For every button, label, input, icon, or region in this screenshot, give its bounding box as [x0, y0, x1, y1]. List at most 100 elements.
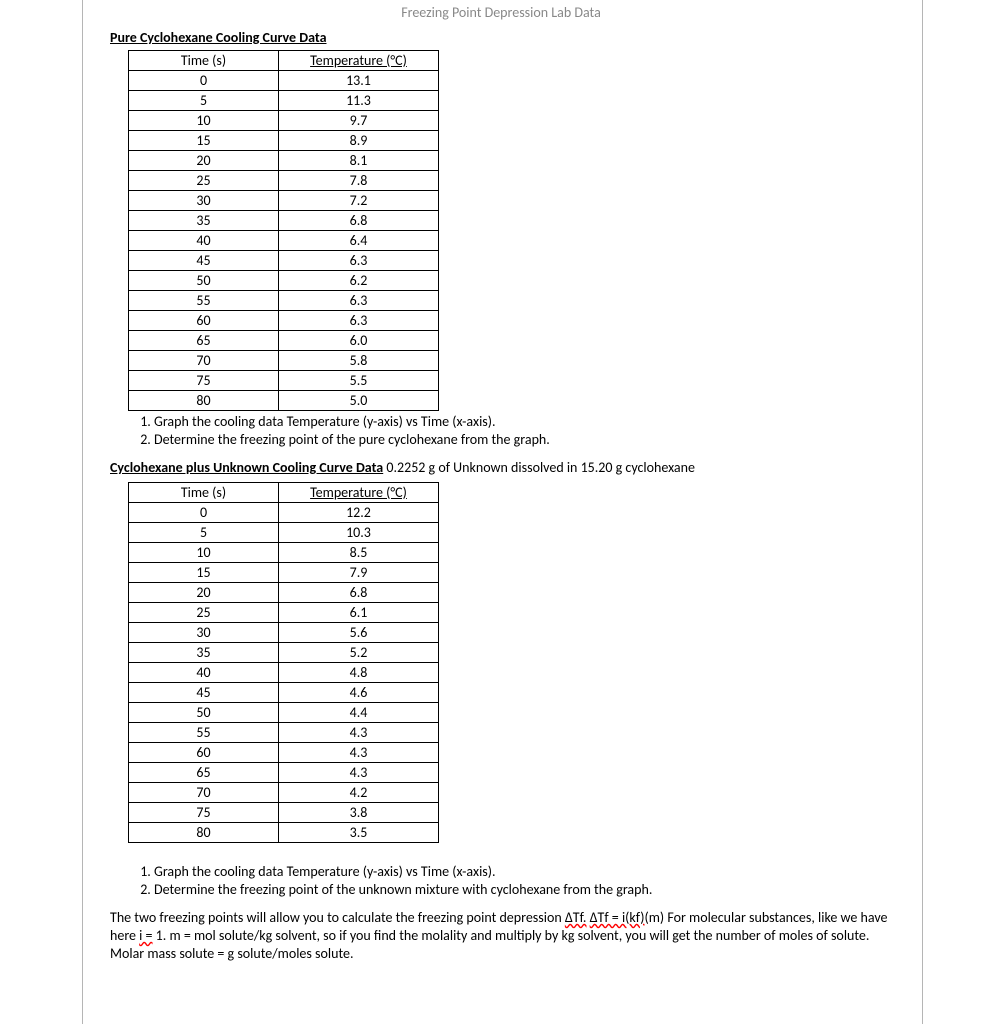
para-pre: The two freezing points will allow you t… — [110, 909, 565, 926]
tasks-2: Graph the cooling data Temperature (y-ax… — [154, 863, 892, 899]
task-item: Graph the cooling data Temperature (y-ax… — [154, 863, 892, 881]
cell: 8.5 — [279, 543, 439, 563]
table-row: 504.4 — [129, 703, 439, 723]
cell: 4.3 — [279, 723, 439, 743]
section2-lead: Cyclohexane plus Unknown Cooling Curve D… — [110, 459, 383, 476]
cell: 15 — [129, 131, 279, 151]
cell: 45 — [129, 251, 279, 271]
table-header-row: Time (s) Temperature (°C) — [129, 51, 439, 71]
task-item: Determine the freezing point of the unkn… — [154, 881, 892, 899]
cell: 6.3 — [279, 311, 439, 331]
cell: 0 — [129, 71, 279, 91]
cell: 6.0 — [279, 331, 439, 351]
table-row: 753.8 — [129, 803, 439, 823]
section2-title: Cyclohexane plus Unknown Cooling Curve D… — [110, 459, 892, 476]
task-item: Graph the cooling data Temperature (y-ax… — [154, 413, 892, 431]
table-row: 206.8 — [129, 583, 439, 603]
tasks-1: Graph the cooling data Temperature (y-ax… — [154, 413, 892, 449]
cell: 6.3 — [279, 251, 439, 271]
margin-line-left — [82, 0, 83, 1024]
cell: 10 — [129, 543, 279, 563]
cell: 6.1 — [279, 603, 439, 623]
table-row: 404.8 — [129, 663, 439, 683]
table-row: 556.3 — [129, 291, 439, 311]
cell: 55 — [129, 291, 279, 311]
explanation-paragraph: The two freezing points will allow you t… — [110, 909, 892, 963]
cell: 5.5 — [279, 371, 439, 391]
para-post: 1. m = mol solute/kg solvent, so if you … — [110, 927, 869, 962]
cell: 4.3 — [279, 743, 439, 763]
cell: 6.2 — [279, 271, 439, 291]
cell: 4.6 — [279, 683, 439, 703]
cell: 25 — [129, 171, 279, 191]
table-row: 013.1 — [129, 71, 439, 91]
section1-title: Pure Cyclohexane Cooling Curve Data — [110, 29, 892, 46]
table-row: 606.3 — [129, 311, 439, 331]
spacer — [110, 843, 892, 861]
table-row: 356.8 — [129, 211, 439, 231]
cell: 3.8 — [279, 803, 439, 823]
cell: 7.9 — [279, 563, 439, 583]
cell: 3.5 — [279, 823, 439, 843]
table-row: 805.0 — [129, 391, 439, 411]
cell: 45 — [129, 683, 279, 703]
cell: 35 — [129, 643, 279, 663]
cell: 13.1 — [279, 71, 439, 91]
content: Freezing Point Depression Lab Data Pure … — [0, 0, 992, 981]
cell: 4.2 — [279, 783, 439, 803]
cell: 80 — [129, 391, 279, 411]
cell: 75 — [129, 371, 279, 391]
table-row: 456.3 — [129, 251, 439, 271]
cell: 65 — [129, 763, 279, 783]
table-row: 108.5 — [129, 543, 439, 563]
table-row: 604.3 — [129, 743, 439, 763]
cell: 10 — [129, 111, 279, 131]
cell: 60 — [129, 743, 279, 763]
pure-cyclohexane-table: Time (s) Temperature (°C) 013.1 511.3 10… — [128, 50, 439, 411]
cell: 4.3 — [279, 763, 439, 783]
table-row: 704.2 — [129, 783, 439, 803]
table-row: 510.3 — [129, 523, 439, 543]
table-row: 454.6 — [129, 683, 439, 703]
table-row: 257.8 — [129, 171, 439, 191]
cell: 9.7 — [279, 111, 439, 131]
formula-dtf: ΔTf. — [565, 909, 587, 926]
cell: 7.2 — [279, 191, 439, 211]
formula-equation: ΔTf = i(kf) — [590, 909, 645, 926]
cell: 4.4 — [279, 703, 439, 723]
cell: 10.3 — [279, 523, 439, 543]
unknown-mixture-table: Time (s) Temperature (°C) 012.2 510.3 10… — [128, 482, 439, 843]
table-row: 654.3 — [129, 763, 439, 783]
cell: 8.1 — [279, 151, 439, 171]
col-temp-header-text: Temperature (°C) — [310, 484, 407, 501]
cell: 5.0 — [279, 391, 439, 411]
table-row: 256.1 — [129, 603, 439, 623]
table-row: 406.4 — [129, 231, 439, 251]
cell: 6.8 — [279, 583, 439, 603]
cell: 6.8 — [279, 211, 439, 231]
col-temp-header-text: Temperature (°C) — [310, 52, 407, 69]
cell: 5.8 — [279, 351, 439, 371]
table-row: 305.6 — [129, 623, 439, 643]
cell: 0 — [129, 503, 279, 523]
table-row: 803.5 — [129, 823, 439, 843]
cell: 20 — [129, 151, 279, 171]
col-temp-header: Temperature (°C) — [279, 483, 439, 503]
cell: 15 — [129, 563, 279, 583]
cell: 5 — [129, 523, 279, 543]
table-row: 755.5 — [129, 371, 439, 391]
page-title: Freezing Point Depression Lab Data — [110, 4, 892, 27]
table-row: 506.2 — [129, 271, 439, 291]
section2-rest: 0.2252 g of Unknown dissolved in 15.20 g… — [383, 459, 695, 476]
cell: 11.3 — [279, 91, 439, 111]
table-row: 307.2 — [129, 191, 439, 211]
cell: 35 — [129, 211, 279, 231]
task-item: Determine the freezing point of the pure… — [154, 431, 892, 449]
table1-wrap: Time (s) Temperature (°C) 013.1 511.3 10… — [110, 50, 892, 411]
cell: 6.3 — [279, 291, 439, 311]
table-row: 012.2 — [129, 503, 439, 523]
table2-wrap: Time (s) Temperature (°C) 012.2 510.3 10… — [110, 482, 892, 843]
cell: 25 — [129, 603, 279, 623]
cell: 55 — [129, 723, 279, 743]
col-time-header: Time (s) — [129, 51, 279, 71]
